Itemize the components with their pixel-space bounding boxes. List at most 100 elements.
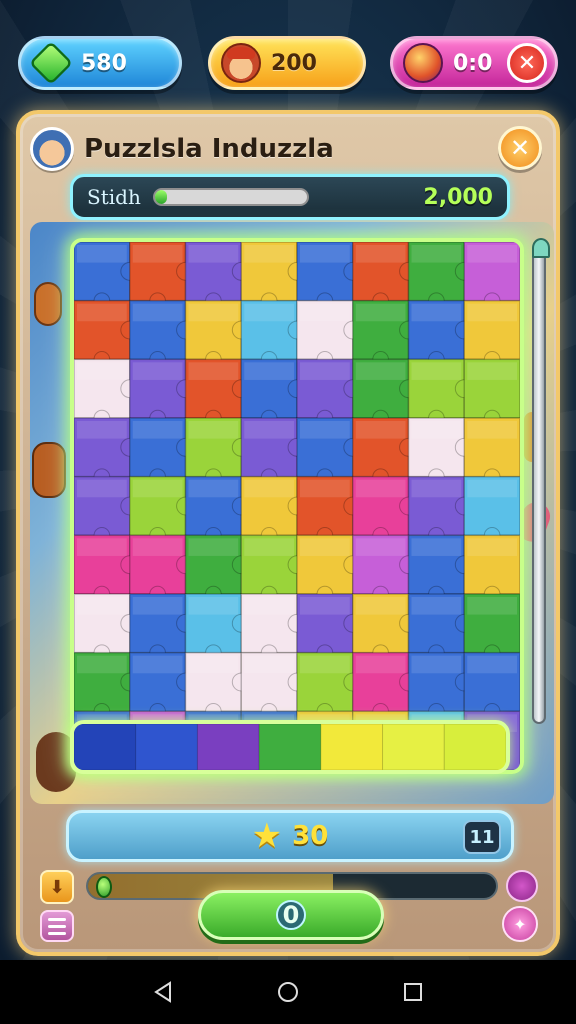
puzzle-piece[interactable] <box>296 651 363 720</box>
puzzle-piece[interactable] <box>352 651 418 720</box>
puzzle-piece[interactable] <box>74 534 140 603</box>
puzzle-piece[interactable] <box>184 242 251 309</box>
lives-value: 0:0 <box>453 50 493 76</box>
top-close-button[interactable]: ✕ <box>507 43 547 83</box>
piece-tray[interactable] <box>70 720 510 774</box>
puzzle-piece[interactable] <box>129 417 195 485</box>
puzzle-piece[interactable] <box>407 475 474 544</box>
puzzle-piece[interactable] <box>463 242 520 309</box>
bonus-button[interactable]: ✦ <box>502 906 538 942</box>
puzzle-piece[interactable] <box>184 593 251 661</box>
progress-gem-icon <box>96 876 112 898</box>
puzzle-piece[interactable] <box>184 475 251 544</box>
puzzle-piece[interactable] <box>407 417 474 485</box>
purple-orb-button[interactable] <box>506 870 538 902</box>
puzzle-piece[interactable] <box>74 651 140 720</box>
puzzle-piece[interactable] <box>74 242 140 309</box>
puzzle-piece[interactable] <box>240 593 307 661</box>
home-nav-button[interactable] <box>274 978 302 1006</box>
chef-icon <box>221 43 261 83</box>
puzzle-piece[interactable] <box>240 242 307 309</box>
puzzle-panel: Puzzlsla Induzzla ✕ Stidh 2,000 ★ 30 11 … <box>16 110 560 956</box>
puzzle-piece[interactable] <box>352 358 418 427</box>
puzzle-piece[interactable] <box>407 534 474 603</box>
tray-pieces[interactable] <box>74 724 506 770</box>
tray-piece[interactable] <box>443 724 506 770</box>
puzzle-piece[interactable] <box>129 358 195 427</box>
puzzle-piece[interactable] <box>463 417 520 485</box>
puzzle-piece[interactable] <box>296 299 363 368</box>
recents-nav-button[interactable] <box>399 978 427 1006</box>
puzzle-piece[interactable] <box>74 358 140 427</box>
tray-piece[interactable] <box>135 724 198 770</box>
play-button[interactable]: 0 <box>198 890 384 940</box>
puzzle-piece[interactable] <box>352 299 418 368</box>
puzzle-piece[interactable] <box>296 417 363 485</box>
back-nav-button[interactable] <box>149 978 177 1006</box>
puzzle-piece[interactable] <box>240 534 307 603</box>
heart-ball-icon <box>403 43 443 83</box>
puzzle-piece[interactable] <box>352 534 418 603</box>
puzzle-piece[interactable] <box>407 299 474 368</box>
puzzle-piece[interactable] <box>129 242 195 309</box>
puzzle-piece[interactable] <box>74 417 140 485</box>
avatar[interactable] <box>30 127 74 171</box>
puzzle-piece[interactable] <box>463 593 520 661</box>
tray-piece[interactable] <box>196 724 260 770</box>
puzzle-piece[interactable] <box>463 475 520 544</box>
puzzle-piece[interactable] <box>129 593 195 661</box>
puzzle-piece[interactable] <box>296 358 363 427</box>
puzzle-piece[interactable] <box>407 242 474 309</box>
puzzle-piece[interactable] <box>352 242 418 309</box>
puzzle-piece[interactable] <box>463 651 520 720</box>
puzzle-piece[interactable] <box>240 299 307 368</box>
puzzle-piece[interactable] <box>407 358 474 427</box>
puzzle-piece[interactable] <box>407 651 474 720</box>
puzzle-piece[interactable] <box>352 475 418 544</box>
play-value: 0 <box>276 900 306 930</box>
puzzle-piece[interactable] <box>240 475 307 544</box>
puzzle-piece[interactable] <box>240 417 307 485</box>
home-circle-icon <box>277 982 298 1002</box>
puzzle-piece[interactable] <box>184 651 251 720</box>
coins-value: 200 <box>271 50 317 76</box>
panel-close-button[interactable]: ✕ <box>498 126 542 170</box>
puzzle-piece[interactable] <box>129 299 195 368</box>
lives-counter[interactable]: 0:0 ✕ <box>390 36 558 90</box>
level-badge[interactable]: 11 <box>463 820 501 854</box>
download-button[interactable]: ⬇ <box>40 870 74 904</box>
zoom-slider[interactable] <box>532 238 550 724</box>
puzzle-board[interactable] <box>70 238 524 774</box>
menu-button[interactable] <box>40 910 74 942</box>
puzzle-piece[interactable] <box>463 358 520 427</box>
tray-piece[interactable] <box>320 724 384 770</box>
puzzle-piece[interactable] <box>463 534 520 603</box>
puzzle-piece[interactable] <box>74 299 140 368</box>
puzzle-grid[interactable] <box>74 242 520 770</box>
menu-line <box>48 924 66 928</box>
gems-counter[interactable]: 580 <box>18 36 182 90</box>
puzzle-piece[interactable] <box>184 534 251 603</box>
puzzle-piece[interactable] <box>296 593 363 661</box>
puzzle-piece[interactable] <box>74 475 140 544</box>
puzzle-piece[interactable] <box>296 475 363 544</box>
puzzle-piece[interactable] <box>129 534 195 603</box>
puzzle-piece[interactable] <box>296 242 363 309</box>
tray-piece[interactable] <box>258 724 322 770</box>
puzzle-piece[interactable] <box>129 651 195 720</box>
puzzle-piece[interactable] <box>240 651 307 720</box>
puzzle-piece[interactable] <box>129 475 195 544</box>
puzzle-piece[interactable] <box>463 299 520 368</box>
puzzle-piece[interactable] <box>352 417 418 485</box>
puzzle-piece[interactable] <box>296 534 363 603</box>
puzzle-piece[interactable] <box>352 593 418 661</box>
puzzle-piece[interactable] <box>184 299 251 368</box>
coins-counter[interactable]: 200 <box>208 36 366 90</box>
tray-piece[interactable] <box>382 724 445 770</box>
puzzle-piece[interactable] <box>74 593 140 661</box>
puzzle-piece[interactable] <box>184 417 251 485</box>
puzzle-piece[interactable] <box>240 358 307 427</box>
tray-piece[interactable] <box>74 724 137 770</box>
puzzle-piece[interactable] <box>184 358 251 427</box>
puzzle-piece[interactable] <box>407 593 474 661</box>
